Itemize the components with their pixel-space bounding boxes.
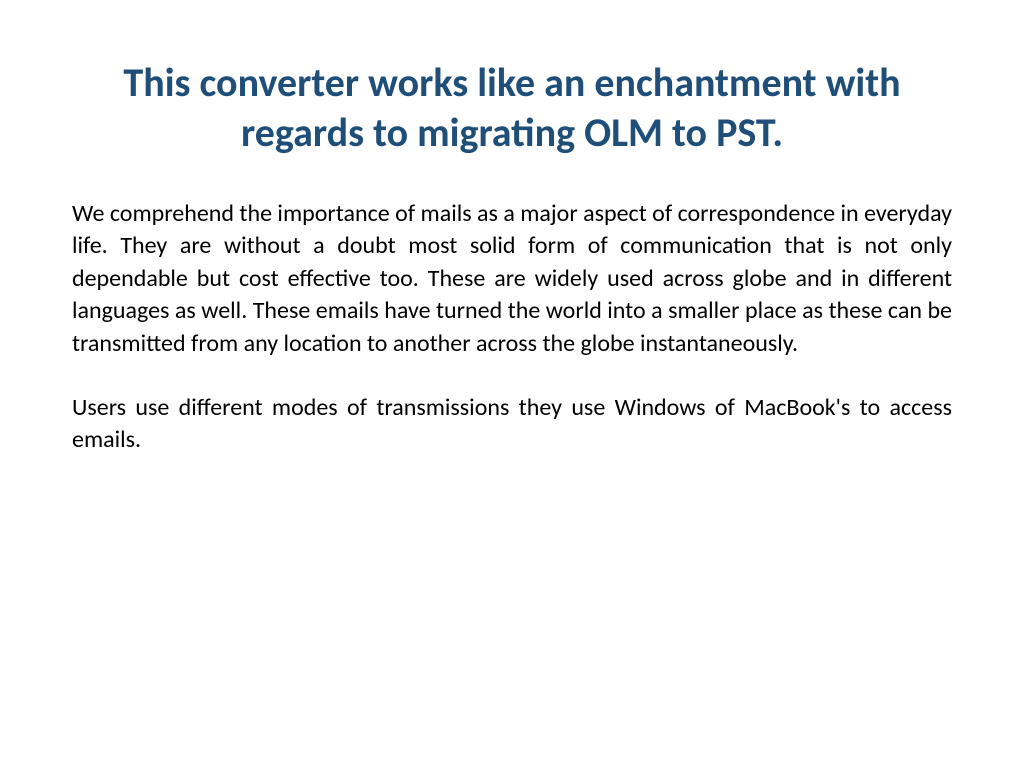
paragraph-2: Users use different modes of transmissio…: [72, 392, 952, 457]
paragraph-1: We comprehend the importance of mails as…: [72, 198, 952, 360]
slide-title: This converter works like an enchantment…: [72, 58, 952, 158]
